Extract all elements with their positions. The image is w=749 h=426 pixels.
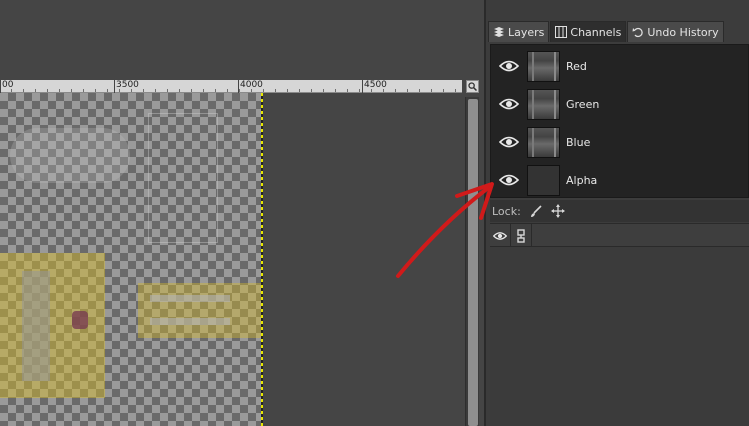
- image-content: [138, 283, 262, 338]
- list-header: [490, 224, 749, 247]
- tab-label: Channels: [570, 25, 622, 39]
- channel-row-blue[interactable]: Blue: [491, 123, 749, 161]
- layers-icon: [494, 27, 504, 37]
- channel-row-alpha[interactable]: Alpha: [491, 161, 749, 199]
- canvas-area[interactable]: 00 3500 4000 4500: [0, 0, 484, 426]
- image-canvas[interactable]: [0, 93, 262, 426]
- paths-list: [490, 223, 749, 426]
- move-icon: [550, 204, 565, 218]
- image-content: [150, 295, 230, 302]
- image-content: [148, 113, 218, 243]
- image-content: [0, 253, 105, 398]
- gimp-window: 00 3500 4000 4500 Layers Channels Undo H…: [0, 0, 749, 426]
- dock-tabs: Layers Channels Undo History: [488, 21, 725, 42]
- channel-thumbnail: [527, 164, 560, 196]
- visibility-toggle[interactable]: [497, 92, 521, 116]
- magnifier-icon: [468, 82, 477, 91]
- visibility-toggle[interactable]: [497, 168, 521, 192]
- dock-panel: Layers Channels Undo History Red Green B…: [484, 0, 749, 426]
- channels-icon: [555, 26, 568, 38]
- channel-row-green[interactable]: Green: [491, 85, 749, 123]
- tab-undo-history[interactable]: Undo History: [627, 21, 724, 42]
- visibility-column-header[interactable]: [490, 224, 511, 247]
- channel-thumbnail: [527, 126, 560, 158]
- eye-icon: [499, 136, 519, 148]
- lock-position-button[interactable]: [550, 204, 565, 218]
- lock-pixels-button[interactable]: [529, 204, 543, 218]
- tab-label: Layers: [508, 25, 545, 39]
- scrollbar-thumb[interactable]: [468, 99, 478, 426]
- image-content: [10, 128, 130, 183]
- image-boundary: [261, 93, 263, 426]
- visibility-toggle[interactable]: [497, 54, 521, 78]
- channel-row-red[interactable]: Red: [491, 47, 749, 85]
- tab-channels[interactable]: Channels: [550, 21, 627, 42]
- chain-icon: [517, 228, 525, 243]
- channel-name[interactable]: Green: [566, 98, 599, 111]
- channel-list: Red Green Blue Alpha: [490, 44, 749, 198]
- chain-column-header[interactable]: [511, 224, 532, 247]
- ruler-label: 4500: [364, 80, 387, 90]
- tab-layers[interactable]: Layers: [488, 21, 550, 42]
- lock-bar: Lock:: [490, 200, 749, 222]
- visibility-toggle[interactable]: [497, 130, 521, 154]
- image-content: [150, 318, 230, 325]
- channel-name[interactable]: Alpha: [566, 174, 597, 187]
- channel-thumbnail: [527, 88, 560, 120]
- undo-history-icon: [632, 27, 644, 38]
- zoom-to-fit-button[interactable]: [466, 80, 479, 93]
- lock-label: Lock:: [492, 204, 521, 218]
- eye-icon: [499, 60, 519, 72]
- channel-name[interactable]: Red: [566, 60, 587, 73]
- channel-thumbnail: [527, 50, 560, 82]
- vertical-scrollbar[interactable]: [465, 97, 479, 426]
- eye-icon: [493, 231, 507, 240]
- tab-label: Undo History: [647, 25, 719, 39]
- horizontal-ruler[interactable]: 00 3500 4000 4500: [0, 80, 462, 93]
- ruler-label: 3500: [116, 80, 139, 90]
- ruler-label: 00: [2, 80, 14, 90]
- eye-icon: [499, 174, 519, 186]
- paintbrush-icon: [530, 205, 542, 217]
- image-content: [22, 271, 50, 381]
- image-content: [72, 311, 88, 329]
- channel-name[interactable]: Blue: [566, 136, 590, 149]
- ruler-label: 4000: [240, 80, 263, 90]
- eye-icon: [499, 98, 519, 110]
